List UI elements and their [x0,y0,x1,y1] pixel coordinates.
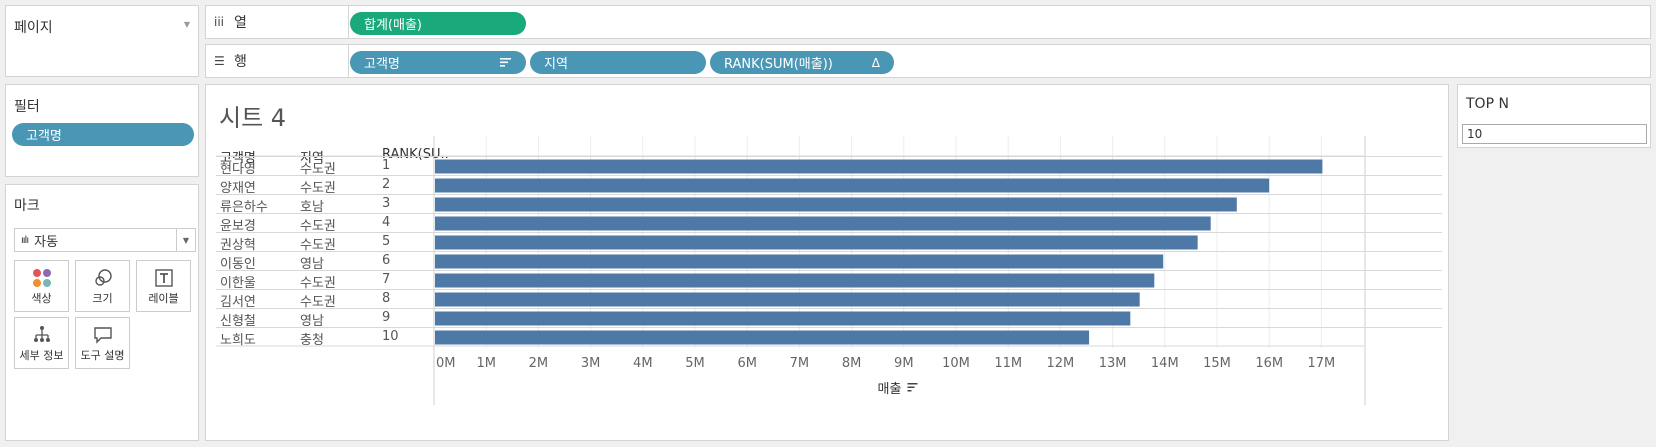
sort-desc-icon-line [907,386,915,388]
delta-icon: Δ [871,55,880,70]
tooltip-icon [76,325,129,350]
bar-chart-icon: ıılı [21,234,29,246]
x-tick-label: 13M [1099,356,1127,371]
x-tick-label: 14M [1151,356,1179,371]
rank-cell: 1 [382,158,391,173]
sort-desc-icon[interactable] [907,383,918,385]
x-tick-label: 4M [633,356,653,371]
x-tick-label: 3M [581,356,601,371]
marks-title: 마크 [14,198,40,214]
pill-label: RANK(SUM(매출)) [724,57,833,72]
size-button[interactable]: 크기 [75,260,130,312]
filters-title: 필터 [14,99,40,115]
table-row[interactable]: 김서연 수도권 8 [216,289,1442,310]
x-axis-title[interactable]: 매출 [878,382,902,397]
pages-panel: 페이지 ▼ [5,5,199,77]
x-tick-label: 8M [842,356,862,371]
rank-cell: 5 [382,234,391,249]
pages-title: 페이지 [14,20,53,36]
rank-cell: 7 [382,272,391,287]
text-label-icon [137,268,190,293]
table-row[interactable]: 노희도 충청 10 [216,327,1442,348]
x-tick-label: 1M [476,356,496,371]
columns-shelf: iii 열 합계(매출) [205,5,1651,39]
color-button[interactable]: 색상 [14,260,69,312]
mark-type-value: 자동 [34,234,59,250]
pill-label: 합계(매출) [364,18,422,33]
table-row[interactable]: 이동인 영남 6 [216,251,1442,272]
pill-region[interactable]: 지역 [530,51,706,74]
pill-customer-name[interactable]: 고객명 [350,51,526,74]
x-tick-label: 5M [685,356,705,371]
sort-desc-icon [500,56,512,70]
rank-cell: 10 [382,329,399,344]
rows-icon: ☰ [214,54,225,68]
rows-label: 행 [234,54,247,70]
table-row[interactable]: 권상혁 수도권 5 [216,232,1442,253]
sheet-title: 시트 4 [219,104,287,132]
tooltip-button[interactable]: 도구 설명 [75,317,130,369]
sheet-view: 0M 1M 2M 3M 4M 5M 6M 7M 8M 9M 10M 11M 12M 13M 14M 15M 16… [205,84,1449,441]
rows-shelf-label: ☰ 행 [206,45,349,77]
topn-input[interactable] [1462,124,1647,144]
pill-rank[interactable]: RANK(SUM(매출)) Δ [710,51,894,74]
x-tick-label: 17M [1308,356,1336,371]
table-row[interactable]: 양재연 수도권 2 [216,175,1442,196]
rank-cell: 3 [382,196,391,211]
pill-label: 지역 [544,57,568,72]
pill-label: 고객명 [26,129,62,144]
color-dots-icon [15,268,68,293]
size-circles-icon [76,268,129,293]
table-row[interactable]: 류은하수 호남 3 [216,194,1442,215]
detail-button[interactable]: 세부 정보 [14,317,69,369]
filter-pill-customer-name[interactable]: 고객명 [12,123,194,146]
table-row[interactable]: 현다영 수도권 1 [216,156,1442,177]
x-tick-label: 15M [1203,356,1231,371]
pill-sum-sales[interactable]: 합계(매출) [350,12,526,35]
columns-label: 열 [234,15,247,31]
x-tick-label: 9M [894,356,914,371]
x-tick-label: 2M [529,356,549,371]
rank-cell: 8 [382,291,391,306]
label-button[interactable]: 레이블 [136,260,191,312]
table-row[interactable]: 신형철 영남 9 [216,308,1442,329]
x-tick-label: 16M [1255,356,1283,371]
rank-cell: 6 [382,253,391,268]
pill-label: 고객명 [364,57,400,72]
columns-icon: iii [214,15,225,29]
columns-shelf-label: iii 열 [206,6,349,38]
region-cell: 충청 [300,333,324,348]
detail-tree-icon [15,325,68,350]
marks-panel: 마크 ıılı 자동 ▼ 색상 크기 레이블 세부 정보 도구 설명 [5,184,199,441]
table-row[interactable]: 이한울 수도권 7 [216,270,1442,291]
x-tick-label: 6M [737,356,757,371]
table-row[interactable]: 윤보경 수도권 4 [216,213,1442,234]
sort-desc-icon-line [907,390,912,392]
x-tick-label: 0M [436,356,456,371]
rank-cell: 9 [382,310,391,325]
rows-shelf: ☰ 행 고객명 지역 RANK(SUM(매출)) Δ [205,44,1651,78]
topn-title: TOP N [1466,96,1509,112]
x-tick-label: 7M [790,356,810,371]
chevron-down-icon: ▼ [175,229,189,251]
x-tick-label: 11M [994,356,1022,371]
rank-cell: 4 [382,215,391,230]
x-tick-label: 10M [942,356,970,371]
topn-parameter-panel: TOP N [1457,84,1651,148]
rank-cell: 2 [382,177,391,192]
filters-panel: 필터 고객명 [5,84,199,177]
x-tick-label: 12M [1047,356,1075,371]
mark-type-select[interactable]: ıılı 자동 ▼ [14,228,196,252]
chevron-down-icon[interactable]: ▼ [184,20,190,29]
customer-name-cell: 노희도 [220,333,256,348]
